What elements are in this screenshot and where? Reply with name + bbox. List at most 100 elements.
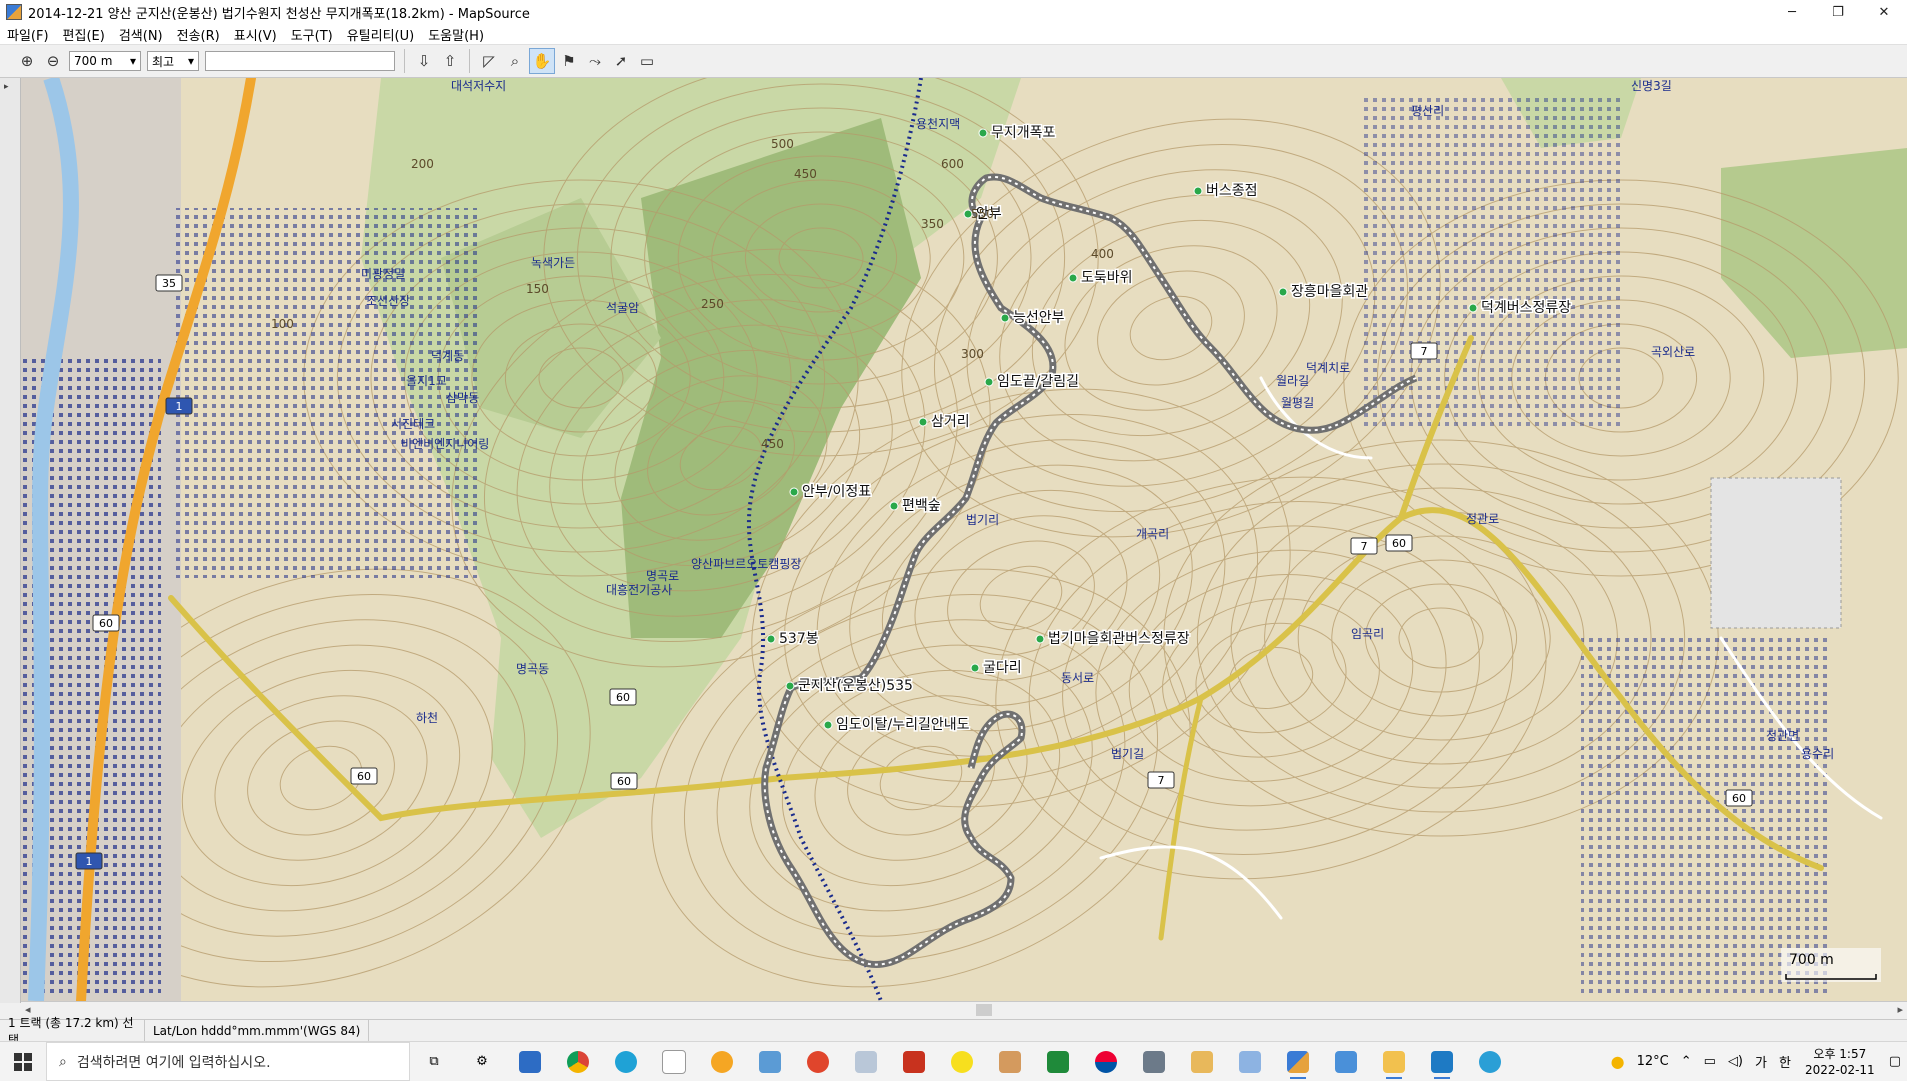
- waypoint[interactable]: 덕계버스정류장: [1468, 299, 1573, 318]
- contour-elevation-label: 600: [941, 157, 964, 171]
- measure-tool-icon[interactable]: ▭: [635, 49, 659, 73]
- close-button[interactable]: ✕: [1861, 0, 1907, 24]
- chevron-down-icon: ▾: [129, 54, 136, 68]
- zoom-in-icon[interactable]: ⊕: [15, 49, 39, 73]
- tool-app-icon[interactable]: [1418, 1042, 1466, 1081]
- task-view-icon[interactable]: ⧉: [410, 1042, 458, 1081]
- chart-app-icon[interactable]: [1034, 1042, 1082, 1081]
- svg-text:60: 60: [1732, 792, 1746, 805]
- scrollbar-thumb[interactable]: [976, 1004, 992, 1016]
- calculator-icon[interactable]: [1130, 1042, 1178, 1081]
- waypoint-label: 편백숲: [902, 498, 941, 514]
- place-label: 조선산장: [366, 294, 410, 308]
- powerpoint-app-icon[interactable]: [890, 1042, 938, 1081]
- chevron-up-icon[interactable]: ⌃: [1675, 1054, 1698, 1069]
- road-shield: 1: [75, 852, 103, 870]
- system-tray: ● 12°C ⌃ ▭ ◁) 가 한 오후 1:57 2022-02-11 ▢: [1605, 1042, 1907, 1081]
- left-panel-toggle[interactable]: ▸: [0, 78, 21, 1003]
- map-view[interactable]: 무지개폭포 안부 버스종점 도둑바위 능선안부 임도끝/갈림길 삼거리 안부/이정표 편백숲 53…: [21, 78, 1907, 1001]
- road-shield: 60: [1725, 789, 1753, 807]
- place-label: 녹색가든: [531, 256, 575, 270]
- hand-tool-icon[interactable]: ✋: [529, 48, 555, 74]
- blue-app-icon[interactable]: [1322, 1042, 1370, 1081]
- map-scale-bar: 700 m: [1781, 948, 1881, 982]
- horizontal-scrollbar[interactable]: ◂ ▸: [21, 1001, 1907, 1019]
- kakaotalk-icon[interactable]: [938, 1042, 986, 1081]
- menu-file[interactable]: 파일(F): [0, 25, 56, 44]
- selection-tool-icon[interactable]: ➚: [609, 49, 633, 73]
- place-label: 석굴암: [606, 301, 639, 315]
- place-label: 명곡로: [646, 569, 679, 583]
- chrome-browser-icon[interactable]: [554, 1042, 602, 1081]
- settings-gear-icon[interactable]: ⚙: [458, 1042, 506, 1081]
- menu-utilities[interactable]: 유틸리티(U): [340, 25, 422, 44]
- red-app-icon[interactable]: [794, 1042, 842, 1081]
- windows-start-icon[interactable]: [0, 1042, 46, 1081]
- send-to-device-icon[interactable]: ⇧: [438, 49, 462, 73]
- place-label: 삼막동: [446, 391, 479, 405]
- scale-select[interactable]: 700 m ▾: [69, 51, 141, 71]
- map-tool-icon[interactable]: ◸: [477, 49, 501, 73]
- contour-elevation-label: 450: [794, 167, 817, 181]
- network-icon[interactable]: ▭: [1698, 1054, 1722, 1069]
- waypoint[interactable]: 임도끝/갈림길: [984, 373, 1081, 392]
- scale-select-value: 700 m: [74, 54, 113, 68]
- taskbar-clock[interactable]: 오후 1:57 2022-02-11: [1797, 1046, 1883, 1078]
- store-app-icon[interactable]: [506, 1042, 554, 1081]
- bird-app-icon[interactable]: [842, 1042, 890, 1081]
- place-label: 월평길: [1281, 396, 1314, 410]
- sun-app-icon[interactable]: [698, 1042, 746, 1081]
- waypoint[interactable]: 장흥마을회관: [1278, 283, 1370, 302]
- map-product-select[interactable]: [205, 51, 395, 71]
- waypoint[interactable]: 무지개폭포: [978, 124, 1057, 143]
- receive-from-device-icon[interactable]: ⇩: [412, 49, 436, 73]
- scroll-right-arrow-icon[interactable]: ▸: [1897, 1003, 1903, 1016]
- maximize-button[interactable]: ❐: [1815, 0, 1861, 24]
- contour-elevation-label: 150: [526, 282, 549, 296]
- route-tool-icon[interactable]: ⤳: [583, 49, 607, 73]
- ime-hangul-indicator[interactable]: 한: [1773, 1052, 1797, 1071]
- file-icon[interactable]: [650, 1042, 698, 1081]
- ime-mode-indicator[interactable]: 가: [1749, 1052, 1773, 1071]
- zoom-tool-icon[interactable]: ⌕: [503, 49, 527, 73]
- avatar-app-icon[interactable]: [986, 1042, 1034, 1081]
- waypoint[interactable]: 군지산(운봉산)535: [785, 677, 914, 696]
- status-bar: 1 트랙 (총 17.2 km) 선택 Lat/Lon hddd°mm.mmm'…: [0, 1016, 1907, 1047]
- volume-icon[interactable]: ◁): [1722, 1054, 1749, 1069]
- mapsource-taskbar-icon[interactable]: [1274, 1042, 1322, 1081]
- menu-edit[interactable]: 편집(E): [56, 25, 112, 44]
- file-explorer-icon[interactable]: [1370, 1042, 1418, 1081]
- detail-select-value: 최고: [152, 54, 175, 69]
- menu-tools[interactable]: 도구(T): [284, 25, 340, 44]
- minimize-button[interactable]: ─: [1769, 0, 1815, 24]
- topographic-map[interactable]: 무지개폭포안부버스종점도둑바위능선안부임도끝/갈림길삼거리안부/이정표편백숲53…: [21, 78, 1907, 1001]
- character-app-icon[interactable]: [1178, 1042, 1226, 1081]
- weather-sun-icon[interactable]: ●: [1605, 1052, 1631, 1071]
- contour-elevation-label: 250: [701, 297, 724, 311]
- taskbar-search-placeholder: 검색하려면 여기에 입력하십시오.: [76, 1054, 271, 1071]
- search-icon: ⌕: [59, 1053, 67, 1070]
- menu-transfer[interactable]: 전송(R): [170, 25, 227, 44]
- menu-help[interactable]: 도움말(H): [421, 25, 491, 44]
- waypoint[interactable]: 법기마을회관버스정류장: [1035, 630, 1191, 649]
- waypoint[interactable]: 안부/이정표: [789, 483, 873, 502]
- zoom-out-icon[interactable]: ⊖: [41, 49, 65, 73]
- waypoint-label: 버스종점: [1206, 183, 1258, 199]
- detail-select[interactable]: 최고 ▾: [147, 51, 199, 71]
- paint-app-icon[interactable]: [1226, 1042, 1274, 1081]
- notification-icon[interactable]: ▢: [1883, 1054, 1907, 1069]
- waypoint[interactable]: 임도이탈/누리길안내도: [823, 716, 971, 735]
- internet-explorer-icon[interactable]: [1466, 1042, 1514, 1081]
- image-viewer-icon[interactable]: [746, 1042, 794, 1081]
- contour-elevation-label: 500: [771, 137, 794, 151]
- contour-elevation-label: 300: [961, 347, 984, 361]
- temperature-text[interactable]: 12°C: [1631, 1054, 1675, 1069]
- taskbar-search-box[interactable]: ⌕ 검색하려면 여기에 입력하십시오.: [46, 1042, 410, 1081]
- flag-app-icon[interactable]: [1082, 1042, 1130, 1081]
- edge-browser-icon[interactable]: [602, 1042, 650, 1081]
- menu-view[interactable]: 표시(V): [227, 25, 284, 44]
- place-label: 개곡리: [1136, 527, 1169, 541]
- place-label: 월라길: [1276, 374, 1309, 388]
- waypoint-flag-icon[interactable]: ⚑: [557, 49, 581, 73]
- menu-search[interactable]: 검색(N): [112, 25, 170, 44]
